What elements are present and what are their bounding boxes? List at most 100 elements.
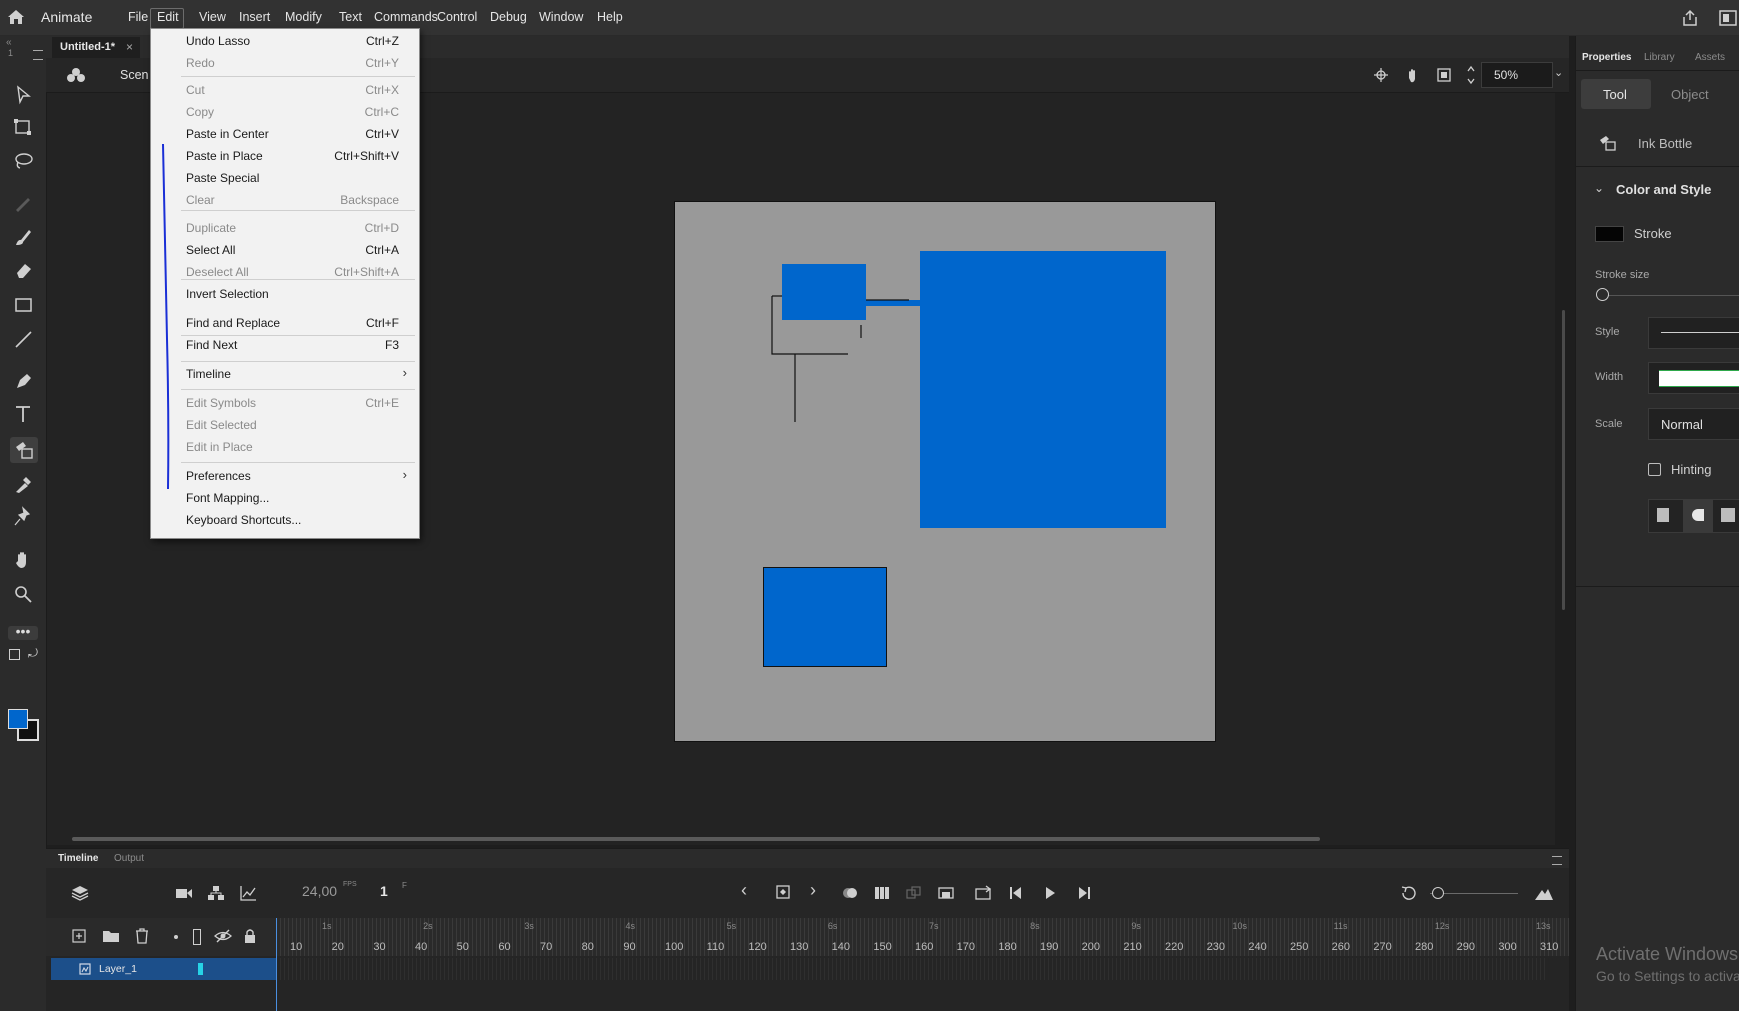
mountain-icon[interactable] xyxy=(1534,884,1554,902)
zoom-tool-icon[interactable] xyxy=(12,583,36,605)
object-mode-tab[interactable]: Object xyxy=(1671,87,1709,102)
menu-text[interactable]: Text xyxy=(339,10,362,24)
menu-insert[interactable]: Insert xyxy=(239,10,270,24)
eyedropper-tool-icon[interactable] xyxy=(12,473,36,495)
document-tab[interactable]: Untitled-1* × xyxy=(52,37,140,58)
prev-keyframe-icon[interactable]: ‹ xyxy=(741,880,747,901)
lock-layer-icon[interactable] xyxy=(240,927,260,945)
fill-color-swatch[interactable] xyxy=(8,709,28,729)
menu-item-find-and-replace[interactable]: Find and Replace Ctrl+F xyxy=(151,313,419,333)
camera-icon[interactable] xyxy=(174,884,194,902)
hide-layer-icon[interactable] xyxy=(213,927,233,945)
menu-control[interactable]: Control xyxy=(437,10,477,24)
menu-item-paste-special[interactable]: Paste Special xyxy=(151,168,419,188)
delete-layer-icon[interactable] xyxy=(132,927,152,945)
eraser-tool-icon[interactable] xyxy=(12,259,36,281)
clip-stage-icon[interactable] xyxy=(1436,67,1452,83)
step-forward-icon[interactable] xyxy=(1073,884,1093,902)
menu-edit[interactable]: Edit xyxy=(157,10,179,24)
tab-library[interactable]: Library xyxy=(1644,52,1675,63)
stroke-size-handle[interactable] xyxy=(1596,288,1609,301)
menu-item-paste-in-center[interactable]: Paste in Center Ctrl+V xyxy=(151,124,419,144)
lasso-tool-icon[interactable] xyxy=(12,150,36,172)
menu-commands[interactable]: Commands xyxy=(374,10,438,24)
play-icon[interactable] xyxy=(1040,884,1060,902)
tab-timeline[interactable]: Timeline xyxy=(58,853,98,864)
layers-icon[interactable] xyxy=(70,884,90,902)
bottom-blue-rectangle[interactable] xyxy=(763,567,887,667)
menu-item-undo-lasso[interactable]: Undo Lasso Ctrl+Z xyxy=(151,31,419,51)
new-layer-icon[interactable] xyxy=(70,927,90,945)
menu-modify[interactable]: Modify xyxy=(285,10,322,24)
onion-skin-icon[interactable] xyxy=(840,884,860,902)
large-blue-rectangle[interactable] xyxy=(920,251,1166,528)
tool-mode-tab[interactable]: Tool xyxy=(1581,79,1651,109)
zoom-stepper-icon[interactable] xyxy=(1466,63,1476,87)
next-keyframe-icon[interactable]: › xyxy=(810,880,816,901)
close-tab-icon[interactable]: × xyxy=(126,40,133,54)
new-folder-icon[interactable] xyxy=(101,927,121,945)
pencil-tool-icon[interactable] xyxy=(12,192,36,214)
hinting-checkbox[interactable] xyxy=(1648,463,1661,476)
tab-properties[interactable]: Properties xyxy=(1582,52,1631,63)
rotate-stage-icon[interactable] xyxy=(1404,66,1422,84)
create-tween-icon[interactable] xyxy=(904,884,924,902)
menu-window[interactable]: Window xyxy=(539,10,583,24)
selection-tool-icon[interactable] xyxy=(12,84,36,106)
reset-view-icon[interactable] xyxy=(1399,884,1419,902)
more-tools-icon[interactable]: ••• xyxy=(8,624,38,640)
menu-item-invert-selection[interactable]: Invert Selection xyxy=(151,284,419,304)
menu-view[interactable]: View xyxy=(199,10,226,24)
cap-round-icon[interactable] xyxy=(1683,500,1713,532)
step-back-icon[interactable] xyxy=(1007,884,1027,902)
stage-canvas[interactable] xyxy=(674,201,1216,742)
layer-row[interactable]: Layer_1 xyxy=(51,958,276,980)
menu-file[interactable]: File xyxy=(128,10,148,24)
share-icon[interactable] xyxy=(1680,8,1700,28)
brush-tool-icon[interactable] xyxy=(12,226,36,248)
pen-tool-icon[interactable] xyxy=(12,370,36,392)
section-chevron-icon[interactable]: ⌄ xyxy=(1594,181,1604,195)
menu-item-font-mapping[interactable]: Font Mapping... xyxy=(151,488,419,508)
home-icon[interactable] xyxy=(6,8,26,26)
edit-multiple-frames-icon[interactable] xyxy=(872,884,892,902)
default-colors-icon[interactable] xyxy=(9,649,20,660)
stroke-swatch[interactable] xyxy=(1595,226,1624,242)
zoom-input[interactable]: 50% xyxy=(1481,62,1553,88)
graph-icon[interactable] xyxy=(238,884,258,902)
current-frame[interactable]: 1 xyxy=(380,883,388,899)
panel-menu-icon[interactable] xyxy=(33,50,43,60)
loop-icon[interactable] xyxy=(973,884,993,902)
center-stage-icon[interactable] xyxy=(1373,67,1389,83)
horizontal-scrollbar[interactable] xyxy=(72,837,1320,841)
timeline-zoom-handle[interactable] xyxy=(1432,887,1444,899)
tab-assets[interactable]: Assets xyxy=(1695,52,1725,63)
layer-color-marker[interactable] xyxy=(198,963,203,975)
ink-bottle-tool-icon[interactable] xyxy=(10,437,38,463)
style-dropdown[interactable] xyxy=(1648,317,1739,349)
cap-square-icon[interactable] xyxy=(1721,508,1735,522)
menu-item-timeline[interactable]: Timeline › xyxy=(151,364,419,384)
stroke-size-slider[interactable] xyxy=(1606,295,1739,296)
collapse-arrows-icon[interactable]: « xyxy=(6,37,12,48)
menu-item-keyboard-shortcuts[interactable]: Keyboard Shortcuts... xyxy=(151,510,419,530)
menu-debug[interactable]: Debug xyxy=(490,10,527,24)
vertical-scrollbar[interactable] xyxy=(1562,310,1565,610)
free-transform-tool-icon[interactable] xyxy=(12,116,36,138)
menu-item-select-all[interactable]: Select All Ctrl+A xyxy=(151,240,419,260)
menu-item-paste-in-place[interactable]: Paste in Place Ctrl+Shift+V xyxy=(151,146,419,166)
insert-blank-keyframe-icon[interactable] xyxy=(936,884,956,902)
tab-output[interactable]: Output xyxy=(114,853,144,864)
hand-tool-icon[interactable] xyxy=(12,549,36,571)
scene-icon[interactable] xyxy=(66,66,86,84)
cap-none-icon[interactable] xyxy=(1657,508,1669,522)
menu-help[interactable]: Help xyxy=(597,10,623,24)
highlight-layers-icon[interactable] xyxy=(174,935,178,939)
insert-keyframe-icon[interactable] xyxy=(774,883,794,901)
layer-frames[interactable] xyxy=(276,958,1546,980)
scale-dropdown[interactable]: Normal xyxy=(1648,408,1739,440)
menu-item-preferences[interactable]: Preferences › xyxy=(151,466,419,486)
workspace-icon[interactable] xyxy=(1718,9,1738,27)
zoom-dropdown-icon[interactable]: ⌄ xyxy=(1554,66,1563,79)
width-dropdown[interactable] xyxy=(1648,362,1739,394)
